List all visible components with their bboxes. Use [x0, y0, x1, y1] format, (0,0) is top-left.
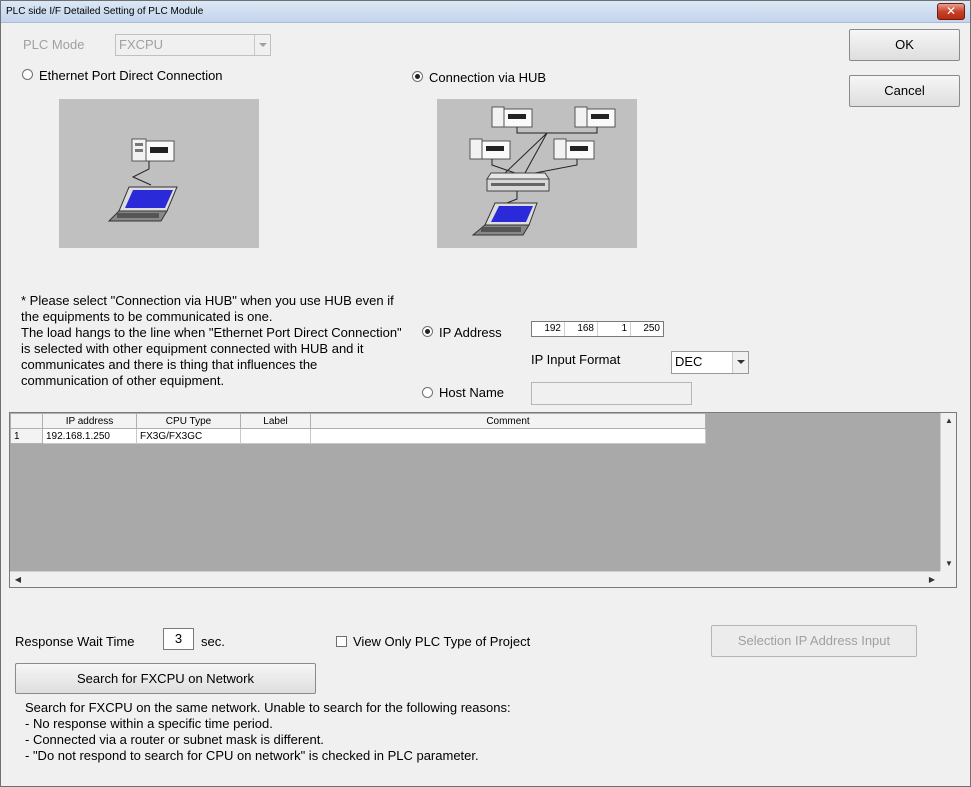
plc-unit-icon — [574, 106, 616, 128]
note-line: communicates and there is thing that inf… — [21, 357, 318, 372]
dialog-window: PLC side I/F Detailed Setting of PLC Mod… — [0, 0, 971, 787]
hub-connection-picture — [437, 99, 637, 248]
view-only-checkbox[interactable] — [336, 636, 347, 647]
cancel-button[interactable]: Cancel — [849, 75, 960, 107]
table-row[interactable]: 1 192.168.1.250 FX3G/FX3GC — [10, 428, 706, 444]
cell-comment[interactable] — [310, 428, 706, 444]
row-number-header — [10, 413, 43, 429]
plc-unit-icon — [131, 138, 175, 162]
ip-address-input[interactable]: 192 168 1 250 — [531, 321, 664, 337]
view-only-label: View Only PLC Type of Project — [353, 634, 531, 649]
response-wait-unit: sec. — [201, 634, 225, 649]
window-title: PLC side I/F Detailed Setting of PLC Mod… — [6, 6, 204, 17]
host-name-input[interactable] — [531, 382, 692, 405]
close-button[interactable]: ✕ — [937, 3, 965, 20]
search-info-line: - Connected via a router or subnet mask … — [25, 732, 324, 747]
note-line: The load hangs to the line when "Etherne… — [21, 325, 402, 340]
ip-input-format-label: IP Input Format — [531, 352, 621, 367]
hub-connection-radio[interactable] — [412, 71, 423, 82]
plc-mode-label: PLC Mode — [23, 37, 85, 52]
direct-connection-radio[interactable] — [22, 69, 33, 80]
selection-ip-address-button[interactable]: Selection IP Address Input — [711, 625, 917, 657]
direct-connection-picture — [59, 99, 259, 248]
ip-octet-1[interactable]: 192 — [532, 322, 565, 336]
search-fxcpu-button[interactable]: Search for FXCPU on Network — [15, 663, 316, 694]
ip-octet-3[interactable]: 1 — [598, 322, 631, 336]
plc-unit-icon — [469, 138, 511, 160]
host-name-label: Host Name — [439, 385, 505, 400]
table-header-row: IP address CPU Type Label Comment — [10, 413, 706, 429]
search-info-line: - No response within a specific time per… — [25, 716, 273, 731]
hub-connection-label: Connection via HUB — [429, 70, 547, 85]
scroll-left-icon[interactable]: ◀ — [10, 572, 26, 588]
chevron-down-icon — [254, 35, 270, 55]
plc-unit-icon — [553, 138, 595, 160]
row-number[interactable]: 1 — [10, 428, 43, 444]
column-header-label[interactable]: Label — [240, 413, 311, 429]
ok-button[interactable]: OK — [849, 29, 960, 61]
ip-octet-2[interactable]: 168 — [565, 322, 598, 336]
direct-connection-label: Ethernet Port Direct Connection — [39, 68, 223, 83]
ip-octet-4[interactable]: 250 — [631, 322, 663, 336]
note-line: * Please select "Connection via HUB" whe… — [21, 293, 394, 308]
plc-mode-value: FXCPU — [119, 37, 164, 52]
title-bar[interactable]: PLC side I/F Detailed Setting of PLC Mod… — [1, 1, 970, 23]
ip-address-radio[interactable] — [422, 326, 433, 337]
direct-connection-diagram — [107, 138, 178, 222]
note-line: the equipments to be communicated is one… — [21, 309, 273, 324]
laptop-icon — [471, 202, 538, 236]
plc-mode-select[interactable]: FXCPU — [115, 34, 271, 56]
column-header-ip[interactable]: IP address — [42, 413, 137, 429]
column-header-comment[interactable]: Comment — [310, 413, 706, 429]
ip-input-format-select[interactable]: DEC — [671, 351, 749, 374]
ip-input-format-value: DEC — [675, 354, 703, 369]
scroll-down-icon[interactable]: ▼ — [941, 556, 957, 572]
scroll-up-icon[interactable]: ▲ — [941, 413, 957, 429]
cell-cpu-type[interactable]: FX3G/FX3GC — [136, 428, 241, 444]
search-info-line: Search for FXCPU on the same network. Un… — [25, 700, 511, 715]
plc-unit-icon — [491, 106, 533, 128]
response-wait-label: Response Wait Time — [15, 634, 135, 649]
response-wait-input[interactable]: 3 — [163, 628, 194, 650]
plc-list-grid[interactable]: IP address CPU Type Label Comment 1 192.… — [9, 412, 957, 588]
note-line: communication of other equipment. — [21, 373, 225, 388]
laptop-icon — [107, 186, 178, 222]
cell-ip-address[interactable]: 192.168.1.250 — [42, 428, 137, 444]
note-line: is selected with other equipment connect… — [21, 341, 364, 356]
column-header-cpu-type[interactable]: CPU Type — [136, 413, 241, 429]
vertical-scrollbar[interactable]: ▲ ▼ — [940, 413, 956, 572]
hub-icon — [486, 172, 550, 192]
hub-connection-diagram — [469, 106, 616, 236]
chevron-down-icon — [732, 352, 748, 373]
plc-list-table: IP address CPU Type Label Comment 1 192.… — [10, 413, 706, 444]
scroll-right-icon[interactable]: ▶ — [924, 572, 940, 588]
search-info-line: - "Do not respond to search for CPU on n… — [25, 748, 479, 763]
horizontal-scrollbar[interactable]: ◀ ▶ — [10, 571, 940, 587]
scroll-corner — [940, 571, 956, 587]
cell-label[interactable] — [240, 428, 311, 444]
host-name-radio[interactable] — [422, 387, 433, 398]
ip-address-label: IP Address — [439, 325, 502, 340]
